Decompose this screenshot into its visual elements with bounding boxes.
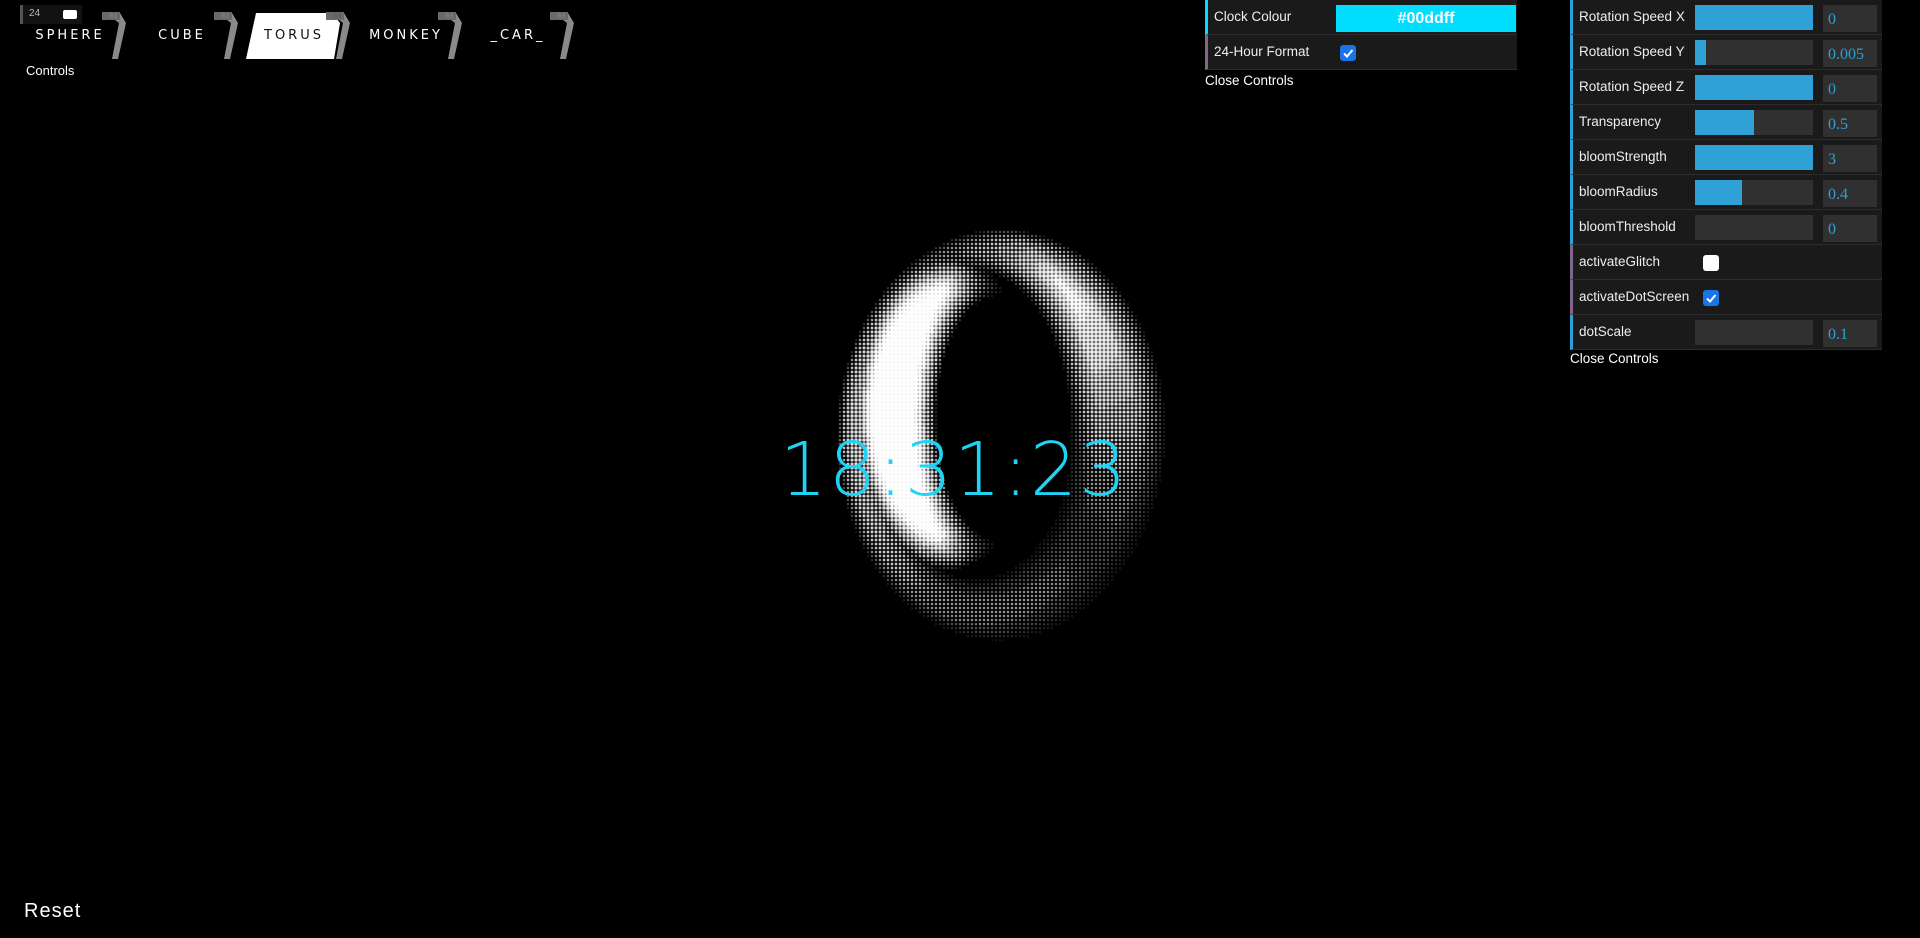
rotation-speed-x-input[interactable]: 0 (1823, 5, 1877, 32)
bloom-strength-label: bloomStrength (1579, 149, 1667, 164)
rotation-speed-z-slider[interactable] (1695, 75, 1813, 100)
rotation-speed-x-row: Rotation Speed X 0 (1570, 0, 1882, 35)
reset-button[interactable]: Reset (24, 900, 81, 923)
dot-scale-input[interactable]: 0.1 (1823, 320, 1877, 347)
clock-colour-picker[interactable]: #00ddff (1336, 5, 1516, 32)
slider-fill (1695, 75, 1813, 100)
bloom-radius-input[interactable]: 0.4 (1823, 180, 1877, 207)
tab-label: MONKEY (369, 28, 443, 43)
activate-glitch-row: activateGlitch (1570, 245, 1882, 280)
bloom-threshold-input[interactable]: 0 (1823, 215, 1877, 242)
activate-glitch-label: activateGlitch (1579, 254, 1661, 269)
check-icon (1706, 294, 1717, 303)
rotation-speed-z-input[interactable]: 0 (1823, 75, 1877, 102)
tab-number: 01 (109, 12, 118, 20)
transparency-input[interactable]: 0.5 (1823, 110, 1877, 137)
clock-colour-row: Clock Colour #00ddff (1205, 0, 1517, 35)
close-clock-controls-button[interactable]: Close Controls (1205, 73, 1294, 88)
dot-scale-row: dotScale 0.1 (1570, 315, 1882, 350)
bloom-threshold-slider[interactable] (1695, 215, 1813, 240)
tab-cube[interactable]: CUBE 02 (132, 11, 244, 61)
digital-clock: 18:31:23 (779, 427, 1129, 513)
activate-dot-screen-label: activateDotScreen (1579, 289, 1690, 304)
bloom-strength-slider[interactable] (1695, 145, 1813, 170)
dot-scale-slider[interactable] (1695, 320, 1813, 345)
slider-fill (1695, 180, 1743, 205)
tab-torus[interactable]: TORUS 03 (244, 11, 356, 61)
dot-scale-label: dotScale (1579, 324, 1632, 339)
rotation-speed-x-slider[interactable] (1695, 5, 1813, 30)
format-checkbox[interactable] (1340, 45, 1356, 61)
slider-fill (1695, 5, 1813, 30)
bloom-radius-slider[interactable] (1695, 180, 1813, 205)
rotation-speed-y-input[interactable]: 0.005 (1823, 40, 1877, 67)
rotation-speed-z-row: Rotation Speed Z 0 (1570, 70, 1882, 105)
clock-controls-panel: Clock Colour #00ddff 24-Hour Format (1205, 0, 1517, 70)
tab-number: 03 (333, 12, 342, 20)
tab-label: _CAR_ (490, 28, 546, 43)
bloom-strength-input[interactable]: 3 (1823, 145, 1877, 172)
tab-number: 02 (221, 12, 230, 20)
rotation-speed-x-label: Rotation Speed X (1579, 9, 1685, 24)
activate-glitch-checkbox[interactable] (1703, 255, 1719, 271)
transparency-slider[interactable] (1695, 110, 1813, 135)
rotation-speed-z-label: Rotation Speed Z (1579, 79, 1685, 94)
bloom-threshold-label: bloomThreshold (1579, 219, 1676, 234)
rotation-speed-y-row: Rotation Speed Y 0.005 (1570, 35, 1882, 70)
model-tabs: SPHERE 01 CUBE 02 TORUS 03 MONKEY 03 _CAR_ 03 (20, 11, 600, 63)
slider-fill (1695, 145, 1813, 170)
bloom-radius-row: bloomRadius 0.4 (1570, 175, 1882, 210)
rotation-speed-y-label: Rotation Speed Y (1579, 44, 1685, 59)
bloom-strength-row: bloomStrength 3 (1570, 140, 1882, 175)
tab-monkey[interactable]: MONKEY 03 (356, 11, 468, 61)
rotation-speed-y-slider[interactable] (1695, 40, 1813, 65)
activate-dot-screen-checkbox[interactable] (1703, 290, 1719, 306)
controls-label[interactable]: Controls (26, 63, 74, 78)
tab-label: SPHERE (35, 28, 105, 43)
tab-label: TORUS (264, 28, 324, 43)
transparency-row: Transparency 0.5 (1570, 105, 1882, 140)
tab-car[interactable]: _CAR_ 03 (468, 11, 580, 61)
tab-sphere[interactable]: SPHERE 01 (20, 11, 132, 61)
format-row: 24-Hour Format (1205, 35, 1517, 70)
bloom-threshold-row: bloomThreshold 0 (1570, 210, 1882, 245)
slider-fill (1695, 110, 1754, 135)
tab-label: CUBE (158, 28, 206, 43)
check-icon (1343, 49, 1354, 58)
activate-dot-screen-row: activateDotScreen (1570, 280, 1882, 315)
tab-number: 03 (445, 12, 454, 20)
tab-number: 03 (557, 12, 566, 20)
transparency-label: Transparency (1579, 114, 1662, 129)
slider-fill (1695, 40, 1706, 65)
clock-colour-label: Clock Colour (1214, 9, 1292, 24)
bloom-radius-label: bloomRadius (1579, 184, 1658, 199)
close-effects-controls-button[interactable]: Close Controls (1570, 351, 1659, 366)
effects-controls-panel: Rotation Speed X 0 Rotation Speed Y 0.005 Ro… (1570, 0, 1882, 350)
format-label: 24-Hour Format (1214, 44, 1310, 59)
